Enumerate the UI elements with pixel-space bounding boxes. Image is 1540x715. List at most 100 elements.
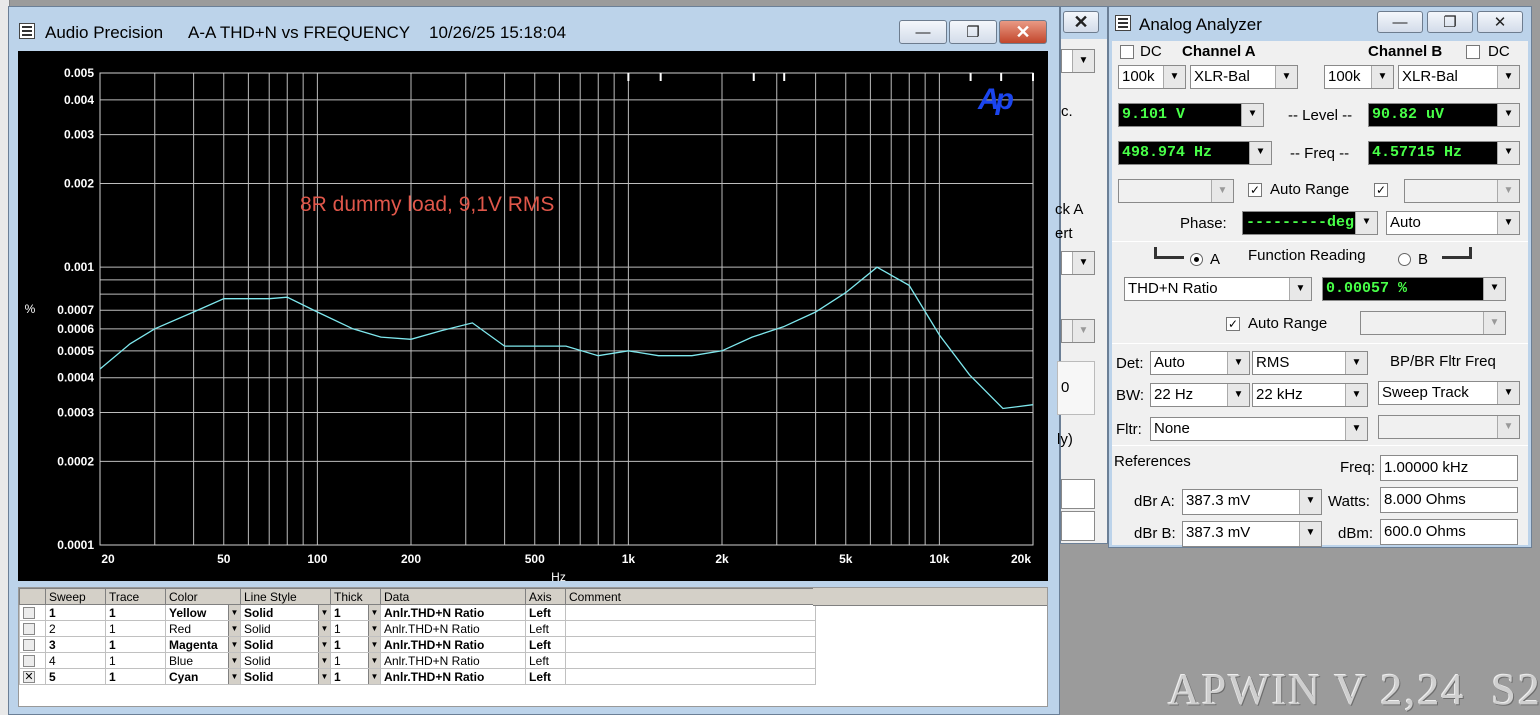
chevron-down-icon[interactable]: ▼	[318, 621, 330, 636]
chevron-down-icon[interactable]: ▼	[228, 669, 240, 684]
analyzer-maximize-button[interactable]: ❐	[1427, 11, 1473, 33]
bw-high-select[interactable]: 22 kHz ▼	[1252, 383, 1368, 407]
chevron-down-icon[interactable]: ▼	[368, 653, 380, 668]
row-select-cell[interactable]	[19, 620, 46, 637]
header-axis[interactable]: Axis	[525, 588, 566, 605]
header-line-style[interactable]: Line Style	[240, 588, 331, 605]
cell-data[interactable]: Anlr.THD+N Ratio	[380, 668, 526, 685]
level-a-readout[interactable]: 9.101 V ▼	[1118, 103, 1264, 127]
cell-comment[interactable]	[565, 620, 816, 637]
cell-color[interactable]: Yellow ▼	[165, 604, 241, 621]
bw-low-select[interactable]: 22 Hz ▼	[1150, 383, 1250, 407]
level-b-readout[interactable]: 90.82 uV ▼	[1368, 103, 1520, 127]
chevron-down-icon[interactable]: ▼	[228, 637, 240, 652]
cell-trace[interactable]: 1	[105, 604, 166, 621]
cell-thick[interactable]: 1 ▼	[330, 636, 381, 653]
cell-color[interactable]: Magenta ▼	[165, 636, 241, 653]
phase-mode-select[interactable]: Auto ▼	[1386, 211, 1520, 235]
row-checkbox[interactable]	[23, 655, 35, 668]
cell-sweep[interactable]: 1	[45, 604, 106, 621]
chevron-down-icon[interactable]: ▼	[318, 637, 330, 652]
cell-data[interactable]: Anlr.THD+N Ratio	[380, 636, 526, 653]
table-row[interactable]: ✕ 5 1 Cyan ▼ Solid ▼ 1 ▼ Anlr.THD+N Ratio Left	[19, 668, 816, 685]
cell-color[interactable]: Red ▼	[165, 620, 241, 637]
cell-style[interactable]: Solid ▼	[240, 636, 331, 653]
analyzer-close-button[interactable]: ✕	[1477, 11, 1523, 33]
freq-a-readout[interactable]: 498.974 Hz ▼	[1118, 141, 1272, 165]
row-checkbox[interactable]	[23, 639, 35, 652]
auto-range-b-checkbox[interactable]: ✓	[1374, 183, 1388, 197]
maximize-button[interactable]: ❐	[949, 20, 997, 44]
chevron-down-icon[interactable]: ▼	[318, 669, 330, 684]
chevron-down-icon[interactable]: ▼	[368, 605, 380, 620]
analyzer-minimize-button[interactable]: —	[1377, 11, 1423, 33]
cell-thick[interactable]: 1 ▼	[330, 604, 381, 621]
dbm-field[interactable]: 600.0 Ohms	[1380, 519, 1518, 545]
table-row[interactable]: 3 1 Magenta ▼ Solid ▼ 1 ▼ Anlr.THD+N Ratio Left	[19, 636, 816, 653]
cell-axis[interactable]: Left	[525, 636, 566, 653]
table-row[interactable]: 2 1 Red ▼ Solid ▼ 1 ▼ Anlr.THD+N Ratio Left	[19, 620, 816, 637]
cell-axis[interactable]: Left	[525, 604, 566, 621]
fltr-select[interactable]: None ▼	[1150, 417, 1368, 441]
cell-sweep[interactable]: 3	[45, 636, 106, 653]
chevron-down-icon[interactable]: ▼	[368, 621, 380, 636]
cell-color[interactable]: Cyan ▼	[165, 668, 241, 685]
row-select-cell[interactable]: ✕	[19, 668, 46, 685]
cell-comment[interactable]	[565, 668, 816, 685]
row-select-cell[interactable]	[19, 652, 46, 669]
chevron-down-icon[interactable]: ▼	[368, 669, 380, 684]
det-select[interactable]: Auto ▼	[1150, 351, 1250, 375]
auto-range-function-checkbox[interactable]: ✓	[1226, 317, 1240, 331]
table-row[interactable]: 1 1 Yellow ▼ Solid ▼ 1 ▼ Anlr.THD+N Ratio Left	[19, 604, 816, 621]
header-color[interactable]: Color	[165, 588, 241, 605]
cell-trace[interactable]: 1	[105, 668, 166, 685]
table-row[interactable]: 4 1 Blue ▼ Solid ▼ 1 ▼ Anlr.THD+N Ratio Left	[19, 652, 816, 669]
cell-thick[interactable]: 1 ▼	[330, 668, 381, 685]
function-b-radio[interactable]	[1398, 253, 1411, 266]
cell-data[interactable]: Anlr.THD+N Ratio	[380, 620, 526, 637]
cell-axis[interactable]: Left	[525, 620, 566, 637]
range-a-select[interactable]: 100k ▼	[1118, 65, 1186, 89]
cell-color[interactable]: Blue ▼	[165, 652, 241, 669]
chevron-down-icon[interactable]: ▼	[228, 653, 240, 668]
cell-sweep[interactable]: 5	[45, 668, 106, 685]
header-trace[interactable]: Trace	[105, 588, 166, 605]
freq-b-readout[interactable]: 4.57715 Hz ▼	[1368, 141, 1520, 165]
cell-data[interactable]: Anlr.THD+N Ratio	[380, 652, 526, 669]
hidden-window-close-button[interactable]: ✕	[1063, 11, 1099, 33]
cell-thick[interactable]: 1 ▼	[330, 620, 381, 637]
range-b-select[interactable]: 100k ▼	[1324, 65, 1394, 89]
close-button[interactable]: ✕	[999, 20, 1047, 44]
header-data[interactable]: Data	[380, 588, 526, 605]
chevron-down-icon[interactable]: ▼	[228, 621, 240, 636]
cell-style[interactable]: Solid ▼	[240, 652, 331, 669]
dc-a-checkbox[interactable]	[1120, 45, 1134, 59]
function-readout[interactable]: 0.00057 % ▼	[1322, 277, 1506, 301]
function-a-radio[interactable]	[1190, 253, 1203, 266]
header-sweep[interactable]: Sweep	[45, 588, 106, 605]
row-checkbox[interactable]	[23, 607, 35, 620]
dbrb-select[interactable]: 387.3 mV ▼	[1182, 521, 1322, 547]
minimize-button[interactable]: —	[899, 20, 947, 44]
cell-comment[interactable]	[565, 636, 816, 653]
auto-range-a-checkbox[interactable]: ✓	[1248, 183, 1262, 197]
hidden-combo-1[interactable]: ▼	[1061, 49, 1095, 73]
hidden-combo-2[interactable]: ▼	[1061, 251, 1095, 275]
cell-style[interactable]: Solid ▼	[240, 668, 331, 685]
dbra-select[interactable]: 387.3 mV ▼	[1182, 489, 1322, 515]
cell-comment[interactable]	[565, 652, 816, 669]
phase-readout[interactable]: ---------deg ▼	[1242, 211, 1378, 235]
row-checkbox[interactable]	[23, 623, 35, 636]
graph-window-titlebar[interactable]: Audio Precision A-A THD+N vs FREQUENCY 1…	[9, 7, 1059, 47]
chevron-down-icon[interactable]: ▼	[368, 637, 380, 652]
cell-axis[interactable]: Left	[525, 652, 566, 669]
cell-thick[interactable]: 1 ▼	[330, 652, 381, 669]
cell-trace[interactable]: 1	[105, 620, 166, 637]
ref-freq-field[interactable]: 1.00000 kHz	[1380, 455, 1518, 481]
analyzer-titlebar[interactable]: Analog Analyzer — ❐ ✕	[1109, 7, 1531, 39]
cell-axis[interactable]: Left	[525, 668, 566, 685]
dc-b-checkbox[interactable]	[1466, 45, 1480, 59]
cell-style[interactable]: Solid ▼	[240, 604, 331, 621]
chevron-down-icon[interactable]: ▼	[318, 605, 330, 620]
hidden-field-3[interactable]	[1061, 511, 1095, 541]
